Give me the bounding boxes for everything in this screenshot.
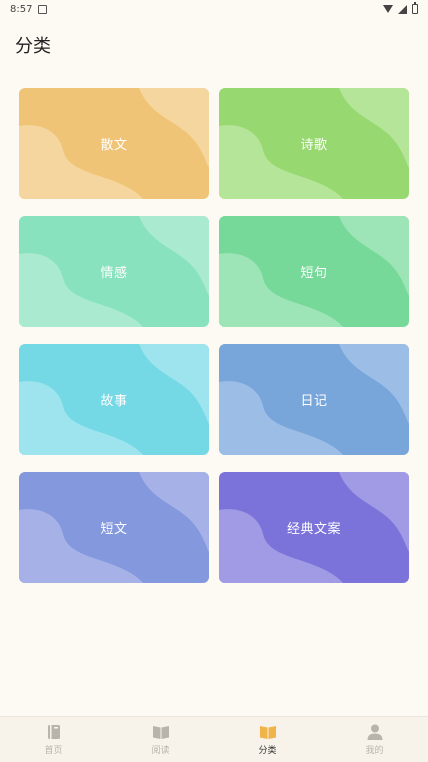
- bottom-tab-bar: 首页 阅读 分类 我的: [0, 716, 428, 762]
- category-label: 诗歌: [300, 138, 328, 153]
- status-time: 8:57: [10, 3, 33, 15]
- tab-label: 首页: [44, 746, 63, 756]
- category-card-diary[interactable]: 日记: [219, 344, 409, 455]
- category-card-prose[interactable]: 散文: [19, 88, 209, 199]
- status-left: 8:57: [10, 3, 48, 15]
- status-right: [383, 2, 418, 14]
- wifi-icon: [383, 5, 393, 13]
- tab-mine[interactable]: 我的: [321, 723, 428, 756]
- category-card-emotion[interactable]: 情感: [19, 216, 209, 327]
- category-card-poetry[interactable]: 诗歌: [219, 88, 409, 199]
- tab-label: 分类: [258, 746, 277, 756]
- category-label: 短句: [300, 266, 328, 281]
- battery-icon: [412, 2, 418, 14]
- signal-icon: [398, 4, 407, 14]
- open-book-icon: [152, 726, 169, 739]
- user-icon: [367, 724, 382, 740]
- category-card-story[interactable]: 故事: [19, 344, 209, 455]
- category-card-short-sentence[interactable]: 短句: [219, 216, 409, 327]
- page-title: 分类: [15, 36, 51, 57]
- category-label: 短文: [100, 522, 128, 537]
- category-label: 情感: [100, 266, 128, 281]
- notification-icon: [38, 4, 48, 14]
- category-grid: 散文 诗歌 情感 短句 故事 日记 短文 经典文案: [19, 88, 409, 583]
- category-label: 日记: [300, 394, 328, 409]
- category-book-icon: [259, 726, 276, 739]
- category-label: 经典文案: [286, 522, 341, 537]
- tab-reading[interactable]: 阅读: [107, 723, 214, 756]
- tab-category[interactable]: 分类: [214, 723, 321, 756]
- category-label: 故事: [100, 394, 128, 409]
- category-card-classic-copy[interactable]: 经典文案: [219, 472, 409, 583]
- tab-home[interactable]: 首页: [0, 723, 107, 756]
- status-bar: 8:57: [0, 0, 428, 18]
- home-book-icon: [47, 725, 60, 739]
- tab-label: 我的: [365, 746, 384, 756]
- category-card-short-essay[interactable]: 短文: [19, 472, 209, 583]
- category-label: 散文: [100, 138, 128, 153]
- tab-label: 阅读: [151, 746, 170, 756]
